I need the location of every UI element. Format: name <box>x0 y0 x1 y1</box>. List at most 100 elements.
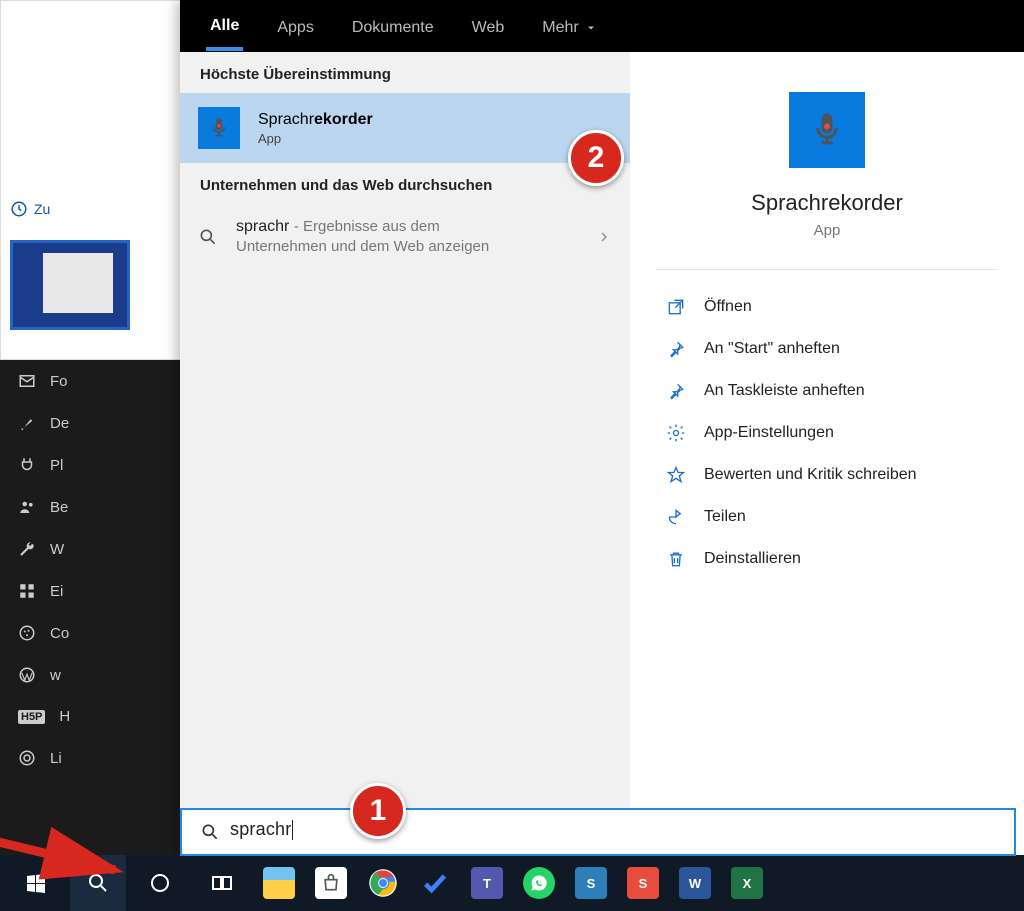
action-pin-taskbar[interactable]: An Taskleiste anheften <box>666 370 988 412</box>
chrome-icon <box>368 868 398 898</box>
gear-icon <box>666 423 686 443</box>
taskview-icon <box>210 871 234 895</box>
results-column: Höchste Übereinstimmung Sprachrekorder A… <box>180 52 630 855</box>
sidebar-item[interactable]: Ei <box>0 570 180 612</box>
search-input[interactable] <box>234 822 996 843</box>
best-match-header: Höchste Übereinstimmung <box>180 52 630 93</box>
web-result-line1: sprachr - Ergebnisse aus dem <box>236 218 578 236</box>
mail-icon <box>18 372 36 390</box>
sidebar-item[interactable]: Li <box>0 737 180 779</box>
taskbar-app-excel[interactable]: X <box>724 860 770 906</box>
action-label: App-Einstellungen <box>704 424 834 442</box>
details-subtitle: App <box>666 222 988 239</box>
annotation-arrow <box>0 820 150 890</box>
web-section-header: Unternehmen und das Web durchsuchen <box>180 163 630 204</box>
sidebar-item-label: De <box>50 415 69 432</box>
tab-apps[interactable]: Apps <box>273 19 317 49</box>
callout-1: 1 <box>350 783 406 839</box>
divider <box>656 269 998 270</box>
voice-recorder-icon <box>198 107 240 149</box>
taskbar-app-explorer[interactable] <box>256 860 302 906</box>
sidebar-item-label: Pl <box>50 457 63 474</box>
web-search-result[interactable]: sprachr - Ergebnisse aus dem Unternehmen… <box>180 204 630 265</box>
sidebar-item[interactable]: Co <box>0 612 180 654</box>
action-label: An Taskleiste anheften <box>704 382 865 400</box>
best-match-subtitle: App <box>258 131 373 146</box>
trash-icon <box>666 549 686 569</box>
action-settings[interactable]: App-Einstellungen <box>666 412 988 454</box>
tab-more-label: Mehr <box>542 19 578 37</box>
background-thumbnail <box>10 240 130 330</box>
search-panel: Alle Apps Dokumente Web Mehr Höchste Übe… <box>180 0 1024 855</box>
callout-2: 2 <box>568 130 624 186</box>
pin-icon <box>666 339 686 359</box>
action-label: Teilen <box>704 508 746 526</box>
search-icon <box>200 822 220 842</box>
sidebar-item[interactable]: De <box>0 402 180 444</box>
open-icon <box>666 297 686 317</box>
sidebar-item-label: Be <box>50 499 68 516</box>
sidebar-item[interactable]: H5PH <box>0 696 180 737</box>
sidebar-item[interactable]: Pl <box>0 444 180 486</box>
action-uninstall[interactable]: Deinstallieren <box>666 538 988 580</box>
details-title: Sprachrekorder <box>666 190 988 216</box>
search-icon <box>198 227 218 247</box>
taskbar: T S S W X <box>0 855 1024 911</box>
sidebar-item-label: w <box>50 667 61 684</box>
taskbar-app-s[interactable]: S <box>620 860 666 906</box>
search-box[interactable] <box>180 808 1016 856</box>
web-result-line2: Unternehmen und dem Web anzeigen <box>236 238 578 255</box>
taskbar-app-store[interactable] <box>308 860 354 906</box>
tab-web[interactable]: Web <box>468 19 509 49</box>
cortana-icon <box>148 871 172 895</box>
action-pin-start[interactable]: An "Start" anheften <box>666 328 988 370</box>
users-icon <box>18 498 36 516</box>
search-tabs: Alle Apps Dokumente Web Mehr <box>180 0 1024 52</box>
wrench-icon <box>18 540 36 558</box>
chevron-down-icon <box>585 22 597 34</box>
action-label: Öffnen <box>704 298 752 316</box>
taskbar-app-teams[interactable]: T <box>464 860 510 906</box>
action-label: Deinstallieren <box>704 550 801 568</box>
action-open[interactable]: Öffnen <box>666 286 988 328</box>
cookie-icon <box>18 624 36 642</box>
action-label: An "Start" anheften <box>704 340 840 358</box>
sidebar-item-label: Fo <box>50 373 68 390</box>
grid-icon <box>18 582 36 600</box>
voice-recorder-icon <box>789 92 865 168</box>
wordpress-icon <box>18 666 36 684</box>
taskbar-app-snagit[interactable]: S <box>568 860 614 906</box>
clock-icon <box>10 200 28 218</box>
tab-all[interactable]: Alle <box>206 17 243 51</box>
best-match-title: Sprachrekorder <box>258 111 373 129</box>
target-icon <box>18 749 36 767</box>
tab-docs[interactable]: Dokumente <box>348 19 438 49</box>
sidebar-item[interactable]: W <box>0 528 180 570</box>
sidebar-item-label: Co <box>50 625 69 642</box>
pin-icon <box>666 381 686 401</box>
chevron-right-icon <box>596 229 612 245</box>
h5p-icon: H5P <box>18 710 45 724</box>
sidebar-item[interactable]: w <box>0 654 180 696</box>
action-share[interactable]: Teilen <box>666 496 988 538</box>
taskbar-app-whatsapp[interactable] <box>516 860 562 906</box>
taskview-button[interactable] <box>194 855 250 911</box>
sidebar-item-label: Li <box>50 750 62 767</box>
best-match-result[interactable]: Sprachrekorder App <box>180 93 630 163</box>
tab-more[interactable]: Mehr <box>538 19 600 49</box>
brush-icon <box>18 414 36 432</box>
background-clock-label: Zu <box>34 201 50 217</box>
background-clock-row: Zu <box>10 200 50 218</box>
action-label: Bewerten und Kritik schreiben <box>704 466 917 484</box>
share-icon <box>666 507 686 527</box>
sidebar-item[interactable]: Fo <box>0 360 180 402</box>
taskbar-app-todo[interactable] <box>412 860 458 906</box>
sidebar-item[interactable]: Be <box>0 486 180 528</box>
star-icon <box>666 465 686 485</box>
sidebar-item-label: Ei <box>50 583 63 600</box>
taskbar-app-word[interactable]: W <box>672 860 718 906</box>
taskbar-app-chrome[interactable] <box>360 860 406 906</box>
plug-icon <box>18 456 36 474</box>
action-rate[interactable]: Bewerten und Kritik schreiben <box>666 454 988 496</box>
sidebar-item-label: W <box>50 541 64 558</box>
